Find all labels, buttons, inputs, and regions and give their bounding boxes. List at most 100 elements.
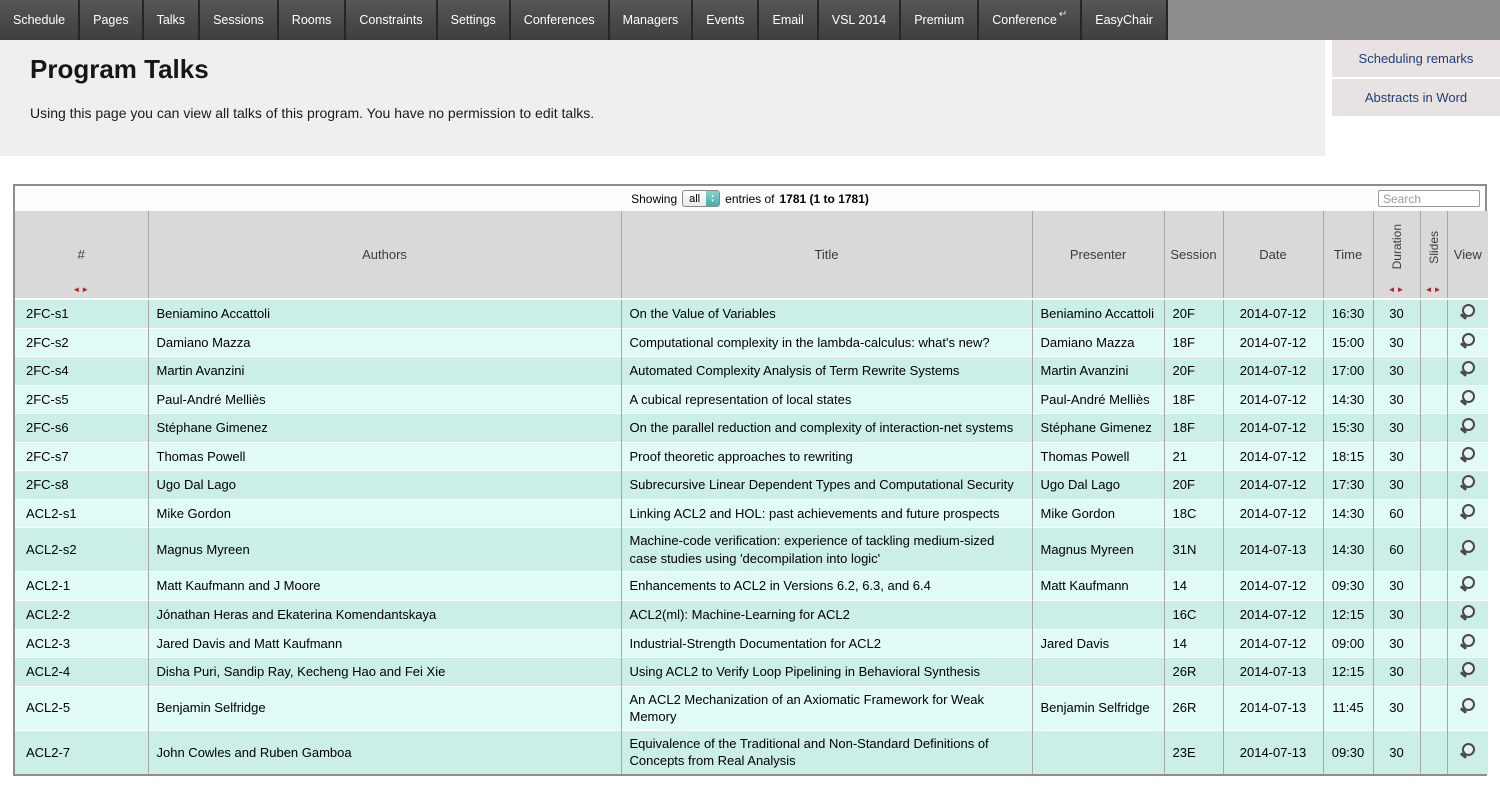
- date-cell: 2014-07-12: [1223, 385, 1323, 414]
- nav-tab-constraints[interactable]: Constraints: [346, 0, 435, 40]
- magnifier-view-icon[interactable]: [1460, 576, 1475, 591]
- magnifier-view-icon[interactable]: [1460, 304, 1475, 319]
- authors-cell: Disha Puri, Sandip Ray, Kecheng Hao and …: [148, 658, 621, 687]
- table-row: 2FC-s5 Paul-André Melliès A cubical repr…: [15, 385, 1488, 414]
- nav-tab-email[interactable]: Email: [759, 0, 816, 40]
- table-row: ACL2-5 Benjamin Selfridge An ACL2 Mechan…: [15, 686, 1488, 730]
- magnifier-view-icon[interactable]: [1460, 540, 1475, 555]
- nav-tab-pages[interactable]: Pages: [80, 0, 141, 40]
- presenter-cell: Stéphane Gimenez: [1032, 414, 1164, 443]
- nav-tab-conference[interactable]: Conference↵: [979, 0, 1080, 40]
- magnifier-view-icon[interactable]: [1460, 333, 1475, 348]
- nav-tab-settings[interactable]: Settings: [438, 0, 509, 40]
- view-cell: [1447, 357, 1488, 386]
- nav-tab-rooms[interactable]: Rooms: [279, 0, 345, 40]
- nav-filler: [1168, 0, 1500, 40]
- nav-tab-label: VSL 2014: [832, 13, 886, 27]
- col-header-slides[interactable]: Slides ◄►: [1420, 211, 1447, 299]
- view-cell: [1447, 442, 1488, 471]
- nav-tab-managers[interactable]: Managers: [610, 0, 692, 40]
- showing-label: Showing: [631, 192, 677, 206]
- nav-tab-talks[interactable]: Talks: [144, 0, 198, 40]
- nav-tab-vsl-2014[interactable]: VSL 2014: [819, 0, 899, 40]
- title-cell: Subrecursive Linear Dependent Types and …: [621, 471, 1032, 500]
- slides-cell: [1420, 730, 1447, 774]
- magnifier-view-icon[interactable]: [1460, 447, 1475, 462]
- side-link-abstracts-in-word[interactable]: Abstracts in Word: [1332, 79, 1500, 118]
- col-header-label: Slides: [1427, 231, 1441, 264]
- slides-cell: [1420, 328, 1447, 357]
- duration-cell: 30: [1373, 686, 1420, 730]
- nav-tab-schedule[interactable]: Schedule: [0, 0, 78, 40]
- side-panel: Scheduling remarks Abstracts in Word: [1332, 40, 1500, 118]
- duration-cell: 30: [1373, 629, 1420, 658]
- title-cell: On the parallel reduction and complexity…: [621, 414, 1032, 443]
- col-header-label: View: [1454, 247, 1482, 262]
- session-cell: 20F: [1164, 471, 1223, 500]
- nav-tab-premium[interactable]: Premium: [901, 0, 977, 40]
- view-cell: [1447, 414, 1488, 443]
- duration-cell: 30: [1373, 385, 1420, 414]
- entries-per-page-select[interactable]: all ▴ ▾: [682, 190, 720, 207]
- talk-id-cell: 2FC-s7: [15, 442, 148, 471]
- magnifier-view-icon[interactable]: [1460, 475, 1475, 490]
- col-header-label: Date: [1259, 247, 1286, 262]
- talk-id-cell: ACL2-s2: [15, 528, 148, 572]
- nav-tab-easychair[interactable]: EasyChair: [1082, 0, 1166, 40]
- view-cell: [1447, 499, 1488, 528]
- time-cell: 09:30: [1323, 572, 1373, 601]
- view-cell: [1447, 385, 1488, 414]
- title-cell: Industrial-Strength Documentation for AC…: [621, 629, 1032, 658]
- side-link-label: Abstracts in Word: [1365, 90, 1467, 105]
- magnifier-view-icon[interactable]: [1460, 634, 1475, 649]
- time-cell: 09:30: [1323, 730, 1373, 774]
- view-cell: [1447, 299, 1488, 328]
- sort-arrows-icon[interactable]: ◄►: [1374, 285, 1420, 294]
- duration-cell: 30: [1373, 299, 1420, 328]
- slides-cell: [1420, 499, 1447, 528]
- nav-tab-sessions[interactable]: Sessions: [200, 0, 277, 40]
- page-header-section: Program Talks Using this page you can vi…: [0, 40, 1500, 156]
- col-header-label: Presenter: [1070, 247, 1126, 262]
- nav-tab-label: Schedule: [13, 13, 65, 27]
- nav-tab-conferences[interactable]: Conferences: [511, 0, 608, 40]
- date-cell: 2014-07-12: [1223, 499, 1323, 528]
- view-cell: [1447, 629, 1488, 658]
- session-cell: 18F: [1164, 385, 1223, 414]
- authors-cell: Mike Gordon: [148, 499, 621, 528]
- slides-cell: [1420, 686, 1447, 730]
- col-header-presenter: Presenter: [1032, 211, 1164, 299]
- session-cell: 20F: [1164, 299, 1223, 328]
- search-input[interactable]: [1378, 190, 1480, 207]
- presenter-cell: Martin Avanzini: [1032, 357, 1164, 386]
- magnifier-view-icon[interactable]: [1460, 418, 1475, 433]
- col-header-duration[interactable]: Duration ◄►: [1373, 211, 1420, 299]
- magnifier-view-icon[interactable]: [1460, 390, 1475, 405]
- magnifier-view-icon[interactable]: [1460, 504, 1475, 519]
- magnifier-view-icon[interactable]: [1460, 361, 1475, 376]
- col-header-date: Date: [1223, 211, 1323, 299]
- magnifier-view-icon[interactable]: [1460, 605, 1475, 620]
- date-cell: 2014-07-13: [1223, 658, 1323, 687]
- view-cell: [1447, 528, 1488, 572]
- authors-cell: Damiano Mazza: [148, 328, 621, 357]
- nav-tab-events[interactable]: Events: [693, 0, 757, 40]
- col-header-number[interactable]: # ◄►: [15, 211, 148, 299]
- magnifier-view-icon[interactable]: [1460, 743, 1475, 758]
- sort-arrows-icon[interactable]: ◄►: [15, 285, 148, 294]
- magnifier-view-icon[interactable]: [1460, 698, 1475, 713]
- side-link-scheduling-remarks[interactable]: Scheduling remarks: [1332, 40, 1500, 79]
- date-cell: 2014-07-12: [1223, 471, 1323, 500]
- table-row: ACL2-4 Disha Puri, Sandip Ray, Kecheng H…: [15, 658, 1488, 687]
- col-header-session: Session: [1164, 211, 1223, 299]
- magnifier-view-icon[interactable]: [1460, 662, 1475, 677]
- view-cell: [1447, 686, 1488, 730]
- nav-tab-label: Settings: [451, 13, 496, 27]
- table-row: ACL2-2 Jónathan Heras and Ekaterina Kome…: [15, 601, 1488, 630]
- talks-table-body: 2FC-s1 Beniamino Accattoli On the Value …: [15, 299, 1488, 774]
- presenter-cell: Magnus Myreen: [1032, 528, 1164, 572]
- time-cell: 12:15: [1323, 601, 1373, 630]
- title-cell: ACL2(ml): Machine-Learning for ACL2: [621, 601, 1032, 630]
- sort-arrows-icon[interactable]: ◄►: [1421, 285, 1447, 294]
- time-cell: 11:45: [1323, 686, 1373, 730]
